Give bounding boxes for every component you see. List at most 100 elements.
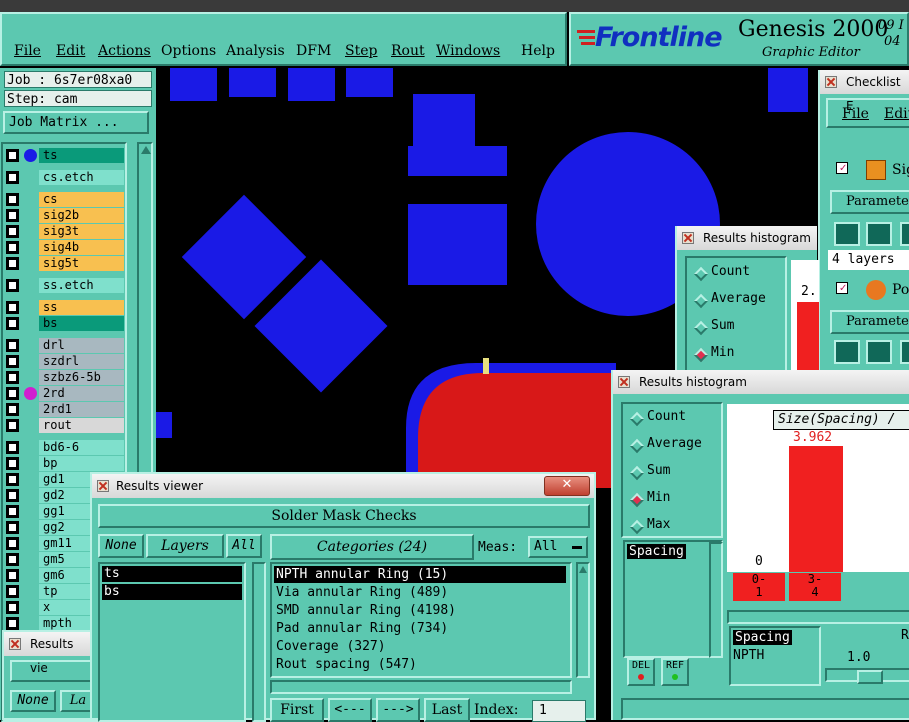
run-icon-2c[interactable] (900, 340, 909, 364)
menu-analysis[interactable]: Analysis (226, 43, 285, 59)
menu-edit[interactable]: Edit (56, 43, 85, 59)
value-slider[interactable] (825, 668, 909, 684)
layer-checkbox[interactable] (6, 317, 19, 330)
layer-row[interactable]: 2rd (4, 386, 124, 401)
close-icon[interactable] (825, 76, 837, 88)
layer-row[interactable]: ss (4, 300, 124, 315)
del-button[interactable]: DEL (627, 658, 655, 686)
layer-checkbox[interactable] (6, 209, 19, 222)
last-button[interactable]: Last (424, 698, 470, 722)
close-button[interactable]: ✕ (544, 476, 590, 496)
layer-checkbox[interactable] (6, 473, 19, 486)
checklist-menu-file[interactable]: File (842, 106, 869, 122)
meas-select[interactable]: All (528, 536, 588, 558)
layer-checkbox[interactable] (6, 617, 19, 630)
job-matrix-button[interactable]: Job Matrix ... (3, 111, 149, 134)
first-button[interactable]: First (270, 698, 324, 722)
category-item[interactable]: NPTH annular Ring (15) (274, 566, 566, 583)
layer-row[interactable]: sig3t (4, 224, 124, 239)
layer-row[interactable]: bs (4, 316, 124, 331)
index-input[interactable]: 1 (532, 700, 586, 722)
category-item[interactable]: SMD annular Ring (4198) (274, 602, 566, 619)
layer-row[interactable]: sig5t (4, 256, 124, 271)
layer-row[interactable]: szdrl (4, 354, 124, 369)
category-item[interactable]: Via annular Ring (489) (274, 584, 566, 601)
next-button[interactable]: ---> (376, 698, 420, 722)
ref-button[interactable]: REF (661, 658, 689, 686)
layer-checkbox[interactable] (6, 489, 19, 502)
menu-options[interactable]: Options (161, 43, 216, 59)
checklist-menu-edit[interactable]: Edit (884, 106, 909, 122)
run-icon-2a[interactable] (834, 340, 860, 364)
layer-checkbox[interactable] (6, 387, 19, 400)
spacing-list-scrollbar[interactable] (709, 542, 723, 658)
parameters-button-1[interactable]: Parameter (830, 190, 909, 214)
layer-checkbox[interactable] (6, 171, 19, 184)
layers-results-scrollbar[interactable] (252, 562, 266, 722)
layer-row[interactable]: ts (4, 148, 124, 163)
close-icon[interactable] (618, 376, 630, 388)
menu-step[interactable]: Step (345, 43, 377, 59)
none-button[interactable]: None (10, 690, 56, 712)
layer-row[interactable]: cs (4, 192, 124, 207)
category-item[interactable]: Rout spacing (547) (274, 656, 566, 673)
slider-handle[interactable] (857, 670, 883, 684)
category-item[interactable]: Pad annular Ring (734) (274, 620, 566, 637)
layer-checkbox[interactable] (6, 193, 19, 206)
categories-vscrollbar[interactable] (576, 562, 590, 678)
run-icon-1b[interactable] (866, 222, 892, 246)
layer-checkbox[interactable] (6, 257, 19, 270)
layer-row[interactable]: bp (4, 456, 124, 471)
layer-checkbox[interactable] (6, 521, 19, 534)
run-icon-2b[interactable] (866, 340, 892, 364)
layers-results-item-ts[interactable]: ts (102, 566, 242, 582)
layer-row[interactable]: cs.etch (4, 170, 124, 185)
layer-checkbox[interactable] (6, 537, 19, 550)
layer-row[interactable]: szbz6-5b (4, 370, 124, 385)
layer-checkbox[interactable] (6, 279, 19, 292)
layer-checkbox[interactable] (6, 553, 19, 566)
layer-checkbox[interactable] (6, 149, 19, 162)
layers-button[interactable]: Layers (146, 534, 224, 558)
layer-checkbox[interactable] (6, 225, 19, 238)
all-button[interactable]: All (226, 534, 262, 558)
none-button[interactable]: None (98, 534, 144, 558)
menu-file[interactable]: File (14, 43, 41, 59)
layer-checkbox[interactable] (6, 355, 19, 368)
layer-checkbox[interactable] (6, 403, 19, 416)
layer-row[interactable]: rout (4, 418, 124, 433)
run-icon-1c[interactable] (900, 222, 909, 246)
menu-windows[interactable]: Windows (436, 43, 500, 59)
layer-checkbox[interactable] (6, 601, 19, 614)
layer-checkbox[interactable] (6, 241, 19, 254)
layers-results-item-bs[interactable]: bs (102, 584, 242, 600)
layer-row[interactable]: drl (4, 338, 124, 353)
prev-button[interactable]: <--- (328, 698, 372, 722)
menu-rout[interactable]: Rout (391, 43, 425, 59)
layer-checkbox[interactable] (6, 301, 19, 314)
histogram-hscrollbar[interactable] (727, 610, 909, 624)
menu-dfm[interactable]: DFM (296, 43, 331, 59)
close-icon[interactable] (682, 232, 694, 244)
run-icon-1a[interactable] (834, 222, 860, 246)
checklist-checkbox-1[interactable]: ✓ (836, 162, 848, 174)
layer-checkbox[interactable] (6, 419, 19, 432)
layer-checkbox[interactable] (6, 339, 19, 352)
layer-checkbox[interactable] (6, 569, 19, 582)
layer-checkbox[interactable] (6, 505, 19, 518)
menu-help[interactable]: Help (521, 43, 555, 59)
spacing-list-item[interactable]: Spacing (627, 544, 686, 559)
category-item[interactable]: Coverage (327) (274, 638, 566, 655)
layer-checkbox[interactable] (6, 457, 19, 470)
layer-row[interactable]: sig2b (4, 208, 124, 223)
layer-row[interactable]: bd6-6 (4, 440, 124, 455)
categories-hscrollbar[interactable] (270, 680, 572, 694)
table-row[interactable]: NPTH (733, 648, 764, 663)
menu-actions[interactable]: Actions (98, 43, 151, 59)
layer-checkbox[interactable] (6, 441, 19, 454)
layer-row[interactable]: ss.etch (4, 278, 124, 293)
close-icon[interactable] (97, 480, 109, 492)
checklist-checkbox-2[interactable]: ✓ (836, 282, 848, 294)
categories-button[interactable]: Categories (24) (270, 534, 474, 560)
layer-checkbox[interactable] (6, 585, 19, 598)
